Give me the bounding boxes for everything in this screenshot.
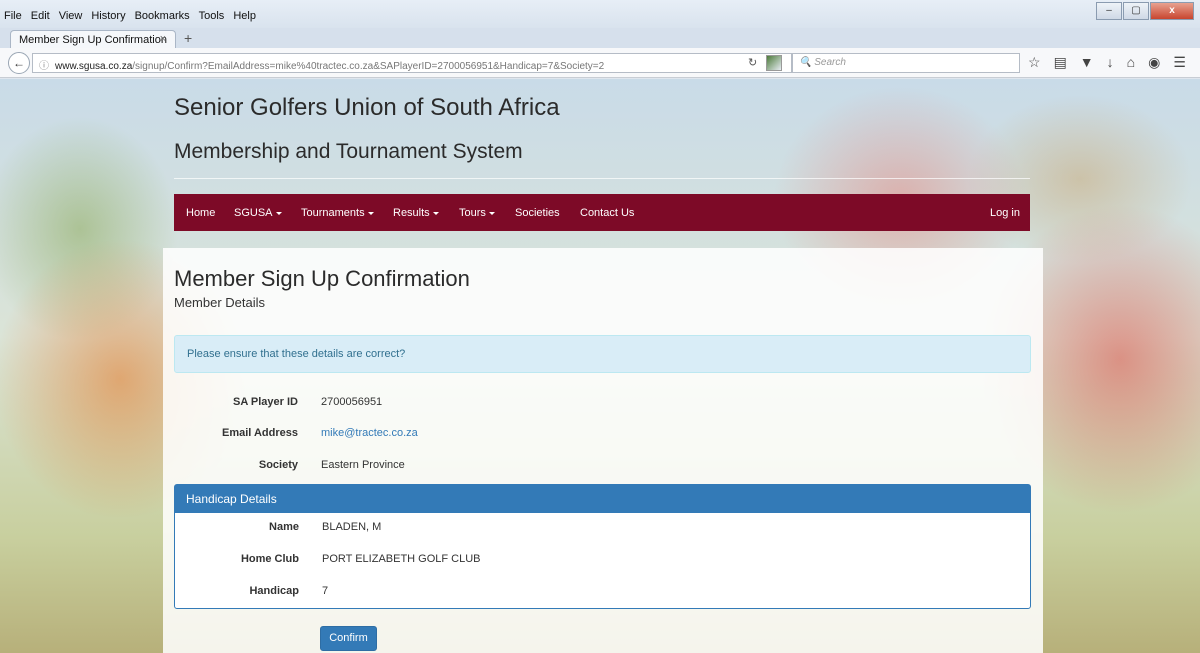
nav-societies[interactable]: Societies [515, 207, 560, 219]
close-window-button[interactable]: x [1150, 2, 1194, 20]
nav-results-label: Results [393, 207, 430, 219]
menu-edit[interactable]: Edit [31, 10, 50, 22]
main-navigation: Home SGUSA Tournaments Results Tours Soc… [174, 194, 1030, 231]
browser-tab[interactable]: Member Sign Up Confirmation × [10, 30, 176, 50]
nav-contact-label: Contact Us [580, 207, 635, 219]
handicap-panel-title: Handicap Details [175, 485, 1030, 513]
search-input[interactable]: 🔍 Search [792, 53, 1020, 73]
nav-login-label: Log in [990, 207, 1020, 219]
society-label: Society [258, 459, 298, 471]
nav-sgusa-label: SGUSA [234, 207, 273, 219]
url-host: www.sgusa.co.za [55, 61, 133, 72]
nav-tours[interactable]: Tours [459, 207, 495, 219]
handicap-label: Handicap [249, 585, 299, 597]
menu-bookmarks[interactable]: Bookmarks [135, 10, 190, 22]
pocket-icon[interactable]: ▼ [1080, 54, 1094, 71]
browser-menubar: File Edit View History Bookmarks Tools H… [0, 0, 1200, 28]
title-divider [174, 178, 1030, 179]
section-title: Member Details [174, 295, 266, 310]
handicap-value: 7 [322, 585, 329, 597]
page-title: Member Sign Up Confirmation [174, 266, 470, 291]
home-club-label: Home Club [240, 553, 299, 565]
chat-icon[interactable]: ◉ [1148, 54, 1160, 71]
browser-menu: File Edit View History Bookmarks Tools H… [4, 10, 256, 22]
tab-title: Member Sign Up Confirmation [19, 34, 167, 46]
nav-contact-us[interactable]: Contact Us [580, 207, 634, 219]
handicap-panel: Handicap Details Name BLADEN, M Home Clu… [174, 484, 1031, 609]
email-label: Email Address [221, 427, 298, 439]
email-link[interactable]: mike@tractec.co.za [321, 427, 418, 439]
menu-help[interactable]: Help [233, 10, 256, 22]
caret-down-icon [432, 211, 439, 215]
name-label: Name [269, 521, 299, 533]
site-title: Senior Golfers Union of South Africa [174, 94, 560, 121]
hamburger-menu-icon[interactable]: ☰ [1173, 54, 1186, 71]
nav-results[interactable]: Results [393, 207, 439, 219]
reload-icon[interactable]: ↻ [748, 56, 757, 69]
society-value: Eastern Province [321, 459, 405, 471]
home-club-value: PORT ELIZABETH GOLF CLUB [322, 553, 481, 565]
info-alert: Please ensure that these details are cor… [174, 335, 1031, 373]
name-value: BLADEN, M [322, 521, 382, 533]
caret-down-icon [275, 211, 282, 215]
caret-down-icon [488, 211, 495, 215]
maximize-button[interactable]: ▢ [1123, 2, 1149, 20]
menu-history[interactable]: History [91, 10, 125, 22]
menu-view[interactable]: View [59, 10, 83, 22]
detail-row-handicap: Handicap 7 [164, 585, 1021, 601]
bookmark-star-icon[interactable]: ☆ [1028, 54, 1041, 71]
site-subtitle: Membership and Tournament System [174, 140, 523, 163]
toolbar-icons: ☆ ▤ ▼ ↓ ⌂ ◉ ☰ [1028, 54, 1186, 71]
home-icon[interactable]: ⌂ [1127, 54, 1135, 71]
search-placeholder: Search [814, 57, 846, 68]
new-tab-button[interactable]: + [184, 30, 192, 46]
minimize-button[interactable]: – [1096, 2, 1122, 20]
tab-close-icon[interactable]: × [160, 33, 166, 45]
menu-file[interactable]: File [4, 10, 22, 22]
player-id-value: 2700056951 [321, 396, 383, 408]
detail-row-home-club: Home Club PORT ELIZABETH GOLF CLUB [164, 553, 1021, 569]
caret-down-icon [367, 211, 374, 215]
confirm-button[interactable]: Confirm [320, 626, 377, 651]
main-content: Member Sign Up Confirmation Member Detai… [163, 248, 1043, 653]
nav-societies-label: Societies [515, 207, 560, 219]
player-id-label: SA Player ID [232, 396, 298, 408]
menu-tools[interactable]: Tools [199, 10, 225, 22]
window-controls: – ▢ x [1096, 2, 1194, 20]
nav-tournaments[interactable]: Tournaments [301, 207, 374, 219]
site-favicon-icon [766, 55, 782, 71]
detail-row-name: Name BLADEN, M [164, 521, 1021, 537]
url-path: /signup/Confirm?EmailAddress=mike%40trac… [132, 61, 605, 72]
nav-sgusa[interactable]: SGUSA [234, 207, 282, 219]
bookmarks-list-icon[interactable]: ▤ [1054, 54, 1067, 71]
nav-home[interactable]: Home [186, 207, 215, 219]
back-arrow-icon[interactable]: ← [8, 52, 30, 74]
nav-tours-label: Tours [459, 207, 486, 219]
browser-toolbar: ← ⓘ www.sgusa.co.za/signup/Confirm?EmailA… [0, 48, 1200, 78]
url-bar[interactable]: ⓘ www.sgusa.co.za/signup/Confirm?EmailAdd… [32, 53, 792, 73]
nav-home-label: Home [186, 207, 216, 219]
download-icon[interactable]: ↓ [1107, 54, 1114, 71]
site-info-icon[interactable]: ⓘ [39, 61, 49, 72]
nav-tournaments-label: Tournaments [301, 207, 365, 219]
tab-strip: Member Sign Up Confirmation × + [0, 28, 1200, 50]
nav-login[interactable]: Log in [990, 207, 1020, 219]
